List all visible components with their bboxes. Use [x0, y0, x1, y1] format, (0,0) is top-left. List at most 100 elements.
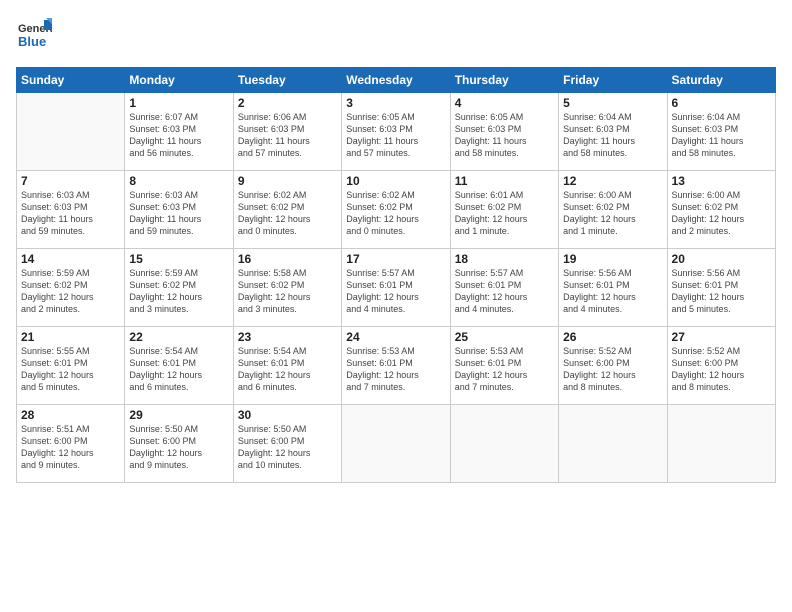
day-info: Sunrise: 5:52 AM Sunset: 6:00 PM Dayligh… [672, 345, 771, 394]
calendar-cell: 4Sunrise: 6:05 AM Sunset: 6:03 PM Daylig… [450, 93, 558, 171]
calendar-cell: 13Sunrise: 6:00 AM Sunset: 6:02 PM Dayli… [667, 171, 775, 249]
day-info: Sunrise: 5:50 AM Sunset: 6:00 PM Dayligh… [238, 423, 337, 472]
day-info: Sunrise: 5:57 AM Sunset: 6:01 PM Dayligh… [346, 267, 445, 316]
day-number: 15 [129, 252, 228, 266]
day-info: Sunrise: 5:50 AM Sunset: 6:00 PM Dayligh… [129, 423, 228, 472]
day-number: 4 [455, 96, 554, 110]
calendar-cell: 15Sunrise: 5:59 AM Sunset: 6:02 PM Dayli… [125, 249, 233, 327]
day-info: Sunrise: 5:56 AM Sunset: 6:01 PM Dayligh… [672, 267, 771, 316]
day-number: 24 [346, 330, 445, 344]
calendar-cell: 8Sunrise: 6:03 AM Sunset: 6:03 PM Daylig… [125, 171, 233, 249]
day-number: 12 [563, 174, 662, 188]
day-number: 9 [238, 174, 337, 188]
day-header-sunday: Sunday [17, 68, 125, 93]
calendar-cell: 14Sunrise: 5:59 AM Sunset: 6:02 PM Dayli… [17, 249, 125, 327]
calendar-cell: 25Sunrise: 5:53 AM Sunset: 6:01 PM Dayli… [450, 327, 558, 405]
calendar-cell: 17Sunrise: 5:57 AM Sunset: 6:01 PM Dayli… [342, 249, 450, 327]
day-number: 18 [455, 252, 554, 266]
calendar-cell: 3Sunrise: 6:05 AM Sunset: 6:03 PM Daylig… [342, 93, 450, 171]
day-header-saturday: Saturday [667, 68, 775, 93]
calendar-cell: 21Sunrise: 5:55 AM Sunset: 6:01 PM Dayli… [17, 327, 125, 405]
day-info: Sunrise: 6:04 AM Sunset: 6:03 PM Dayligh… [563, 111, 662, 160]
day-info: Sunrise: 5:53 AM Sunset: 6:01 PM Dayligh… [455, 345, 554, 394]
day-number: 27 [672, 330, 771, 344]
day-info: Sunrise: 5:59 AM Sunset: 6:02 PM Dayligh… [21, 267, 120, 316]
day-header-monday: Monday [125, 68, 233, 93]
calendar-cell [559, 405, 667, 483]
calendar-cell: 1Sunrise: 6:07 AM Sunset: 6:03 PM Daylig… [125, 93, 233, 171]
calendar-cell: 10Sunrise: 6:02 AM Sunset: 6:02 PM Dayli… [342, 171, 450, 249]
calendar-cell [667, 405, 775, 483]
svg-text:Blue: Blue [18, 34, 46, 49]
calendar-header-row: SundayMondayTuesdayWednesdayThursdayFrid… [17, 68, 776, 93]
calendar-cell [342, 405, 450, 483]
day-info: Sunrise: 5:57 AM Sunset: 6:01 PM Dayligh… [455, 267, 554, 316]
day-number: 21 [21, 330, 120, 344]
day-number: 30 [238, 408, 337, 422]
calendar-week-1: 1Sunrise: 6:07 AM Sunset: 6:03 PM Daylig… [17, 93, 776, 171]
calendar-cell: 27Sunrise: 5:52 AM Sunset: 6:00 PM Dayli… [667, 327, 775, 405]
day-number: 28 [21, 408, 120, 422]
day-info: Sunrise: 6:00 AM Sunset: 6:02 PM Dayligh… [672, 189, 771, 238]
day-number: 20 [672, 252, 771, 266]
day-info: Sunrise: 6:05 AM Sunset: 6:03 PM Dayligh… [455, 111, 554, 160]
logo: General Blue [16, 16, 52, 57]
day-number: 19 [563, 252, 662, 266]
day-number: 17 [346, 252, 445, 266]
day-header-thursday: Thursday [450, 68, 558, 93]
day-info: Sunrise: 6:05 AM Sunset: 6:03 PM Dayligh… [346, 111, 445, 160]
day-info: Sunrise: 6:02 AM Sunset: 6:02 PM Dayligh… [346, 189, 445, 238]
day-number: 1 [129, 96, 228, 110]
calendar-cell: 22Sunrise: 5:54 AM Sunset: 6:01 PM Dayli… [125, 327, 233, 405]
calendar-cell: 9Sunrise: 6:02 AM Sunset: 6:02 PM Daylig… [233, 171, 341, 249]
day-number: 10 [346, 174, 445, 188]
calendar-week-3: 14Sunrise: 5:59 AM Sunset: 6:02 PM Dayli… [17, 249, 776, 327]
day-header-friday: Friday [559, 68, 667, 93]
day-info: Sunrise: 6:03 AM Sunset: 6:03 PM Dayligh… [21, 189, 120, 238]
day-info: Sunrise: 5:53 AM Sunset: 6:01 PM Dayligh… [346, 345, 445, 394]
day-info: Sunrise: 6:02 AM Sunset: 6:02 PM Dayligh… [238, 189, 337, 238]
day-info: Sunrise: 5:54 AM Sunset: 6:01 PM Dayligh… [238, 345, 337, 394]
page: General Blue SundayMondayTuesdayWednesda… [0, 0, 792, 612]
calendar-cell: 16Sunrise: 5:58 AM Sunset: 6:02 PM Dayli… [233, 249, 341, 327]
calendar-table: SundayMondayTuesdayWednesdayThursdayFrid… [16, 67, 776, 483]
day-info: Sunrise: 5:54 AM Sunset: 6:01 PM Dayligh… [129, 345, 228, 394]
logo-icon: General Blue [16, 16, 52, 52]
calendar-cell: 23Sunrise: 5:54 AM Sunset: 6:01 PM Dayli… [233, 327, 341, 405]
calendar-cell [450, 405, 558, 483]
calendar-cell: 28Sunrise: 5:51 AM Sunset: 6:00 PM Dayli… [17, 405, 125, 483]
calendar-cell: 12Sunrise: 6:00 AM Sunset: 6:02 PM Dayli… [559, 171, 667, 249]
day-number: 13 [672, 174, 771, 188]
calendar-week-4: 21Sunrise: 5:55 AM Sunset: 6:01 PM Dayli… [17, 327, 776, 405]
day-header-tuesday: Tuesday [233, 68, 341, 93]
calendar-cell [17, 93, 125, 171]
calendar-cell: 6Sunrise: 6:04 AM Sunset: 6:03 PM Daylig… [667, 93, 775, 171]
day-number: 3 [346, 96, 445, 110]
day-info: Sunrise: 5:56 AM Sunset: 6:01 PM Dayligh… [563, 267, 662, 316]
day-info: Sunrise: 5:59 AM Sunset: 6:02 PM Dayligh… [129, 267, 228, 316]
day-number: 29 [129, 408, 228, 422]
calendar-cell: 5Sunrise: 6:04 AM Sunset: 6:03 PM Daylig… [559, 93, 667, 171]
day-number: 14 [21, 252, 120, 266]
calendar-week-5: 28Sunrise: 5:51 AM Sunset: 6:00 PM Dayli… [17, 405, 776, 483]
day-number: 6 [672, 96, 771, 110]
calendar-cell: 11Sunrise: 6:01 AM Sunset: 6:02 PM Dayli… [450, 171, 558, 249]
day-number: 25 [455, 330, 554, 344]
calendar-cell: 18Sunrise: 5:57 AM Sunset: 6:01 PM Dayli… [450, 249, 558, 327]
day-number: 8 [129, 174, 228, 188]
calendar-week-2: 7Sunrise: 6:03 AM Sunset: 6:03 PM Daylig… [17, 171, 776, 249]
calendar-cell: 30Sunrise: 5:50 AM Sunset: 6:00 PM Dayli… [233, 405, 341, 483]
calendar-cell: 29Sunrise: 5:50 AM Sunset: 6:00 PM Dayli… [125, 405, 233, 483]
day-number: 23 [238, 330, 337, 344]
day-header-wednesday: Wednesday [342, 68, 450, 93]
day-number: 2 [238, 96, 337, 110]
calendar-cell: 20Sunrise: 5:56 AM Sunset: 6:01 PM Dayli… [667, 249, 775, 327]
day-number: 7 [21, 174, 120, 188]
day-info: Sunrise: 6:04 AM Sunset: 6:03 PM Dayligh… [672, 111, 771, 160]
day-info: Sunrise: 6:06 AM Sunset: 6:03 PM Dayligh… [238, 111, 337, 160]
day-info: Sunrise: 5:51 AM Sunset: 6:00 PM Dayligh… [21, 423, 120, 472]
day-info: Sunrise: 6:00 AM Sunset: 6:02 PM Dayligh… [563, 189, 662, 238]
day-number: 5 [563, 96, 662, 110]
day-info: Sunrise: 6:01 AM Sunset: 6:02 PM Dayligh… [455, 189, 554, 238]
day-number: 26 [563, 330, 662, 344]
